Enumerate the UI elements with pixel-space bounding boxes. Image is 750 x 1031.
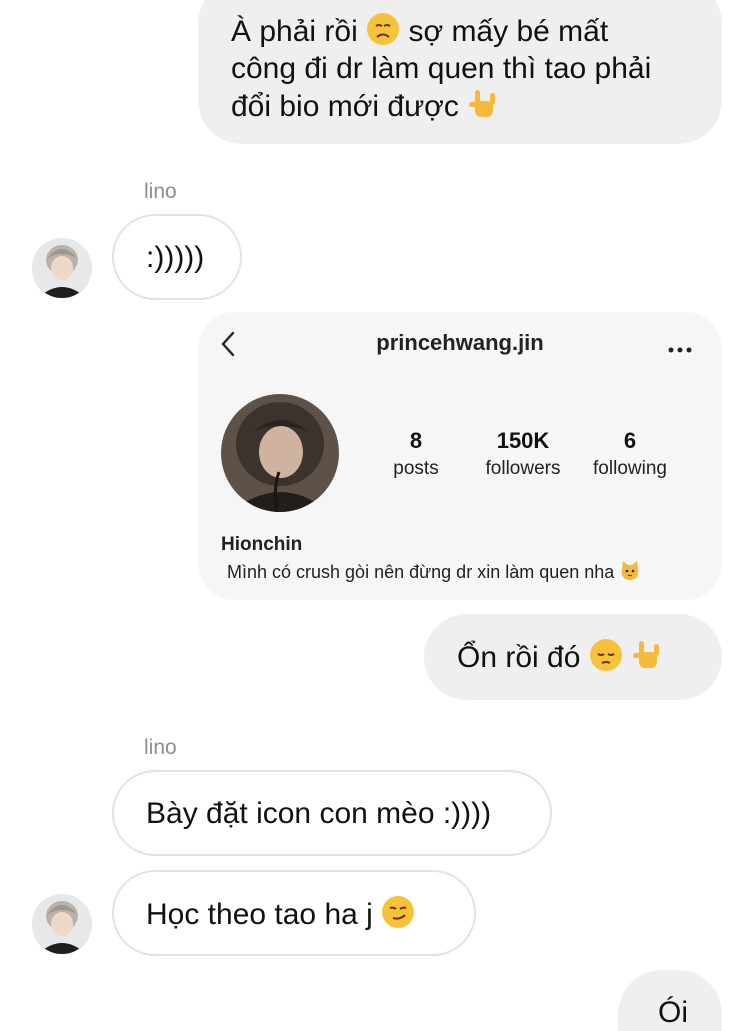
disappointed-face-emoji — [366, 12, 400, 46]
avatar-image — [32, 894, 92, 954]
profile-username: princehwang.jin — [376, 330, 544, 355]
stat-posts[interactable]: 8 posts — [366, 428, 466, 480]
profile-picture[interactable] — [221, 394, 339, 512]
stat-label: posts — [393, 458, 439, 479]
message-line: À phải rồi sợ mấy bé mất — [231, 12, 692, 50]
stat-value: 6 — [623, 428, 637, 453]
sender-name: lino — [144, 180, 177, 203]
stat-value: 8 — [409, 428, 423, 453]
stat-label: followers — [485, 458, 561, 479]
outgoing-message[interactable]: Ói — [618, 970, 722, 1031]
stat-followers[interactable]: 150K followers — [470, 428, 576, 480]
message-line: đổi bio mới được — [231, 87, 692, 125]
stat-following[interactable]: 6 following — [580, 428, 680, 480]
incoming-message[interactable]: Bày đặt icon con mèo :)))) — [112, 770, 552, 856]
avatar-image — [32, 238, 92, 298]
sender-name: lino — [144, 736, 177, 759]
love-you-gesture-emoji — [467, 87, 501, 121]
profile-bio: Mình có crush gòi nên đừng dr xin làm qu… — [227, 560, 641, 583]
incoming-message[interactable]: Học theo tao ha j — [112, 870, 476, 956]
more-options-icon[interactable] — [668, 340, 692, 358]
stat-label: following — [593, 458, 667, 479]
outgoing-message[interactable]: Ổn rồi đó — [424, 614, 722, 700]
love-you-gesture-emoji — [631, 638, 665, 672]
shared-profile-card[interactable]: princehwang.jin 8 posts 150K followers 6… — [198, 312, 722, 600]
message-line: công đi dr làm quen thì tao phải — [231, 52, 652, 85]
avatar[interactable] — [32, 238, 92, 298]
stat-value: 150K — [496, 428, 550, 453]
outgoing-message[interactable]: À phải rồi sợ mấy bé mất công đi dr làm … — [198, 0, 722, 144]
avatar[interactable] — [32, 894, 92, 954]
incoming-message[interactable]: :))))) — [112, 214, 242, 300]
pensive-face-emoji — [589, 638, 623, 672]
smirking-face-emoji — [381, 895, 415, 929]
cat-face-emoji — [619, 560, 641, 582]
profile-display-name: Hionchin — [221, 534, 303, 555]
